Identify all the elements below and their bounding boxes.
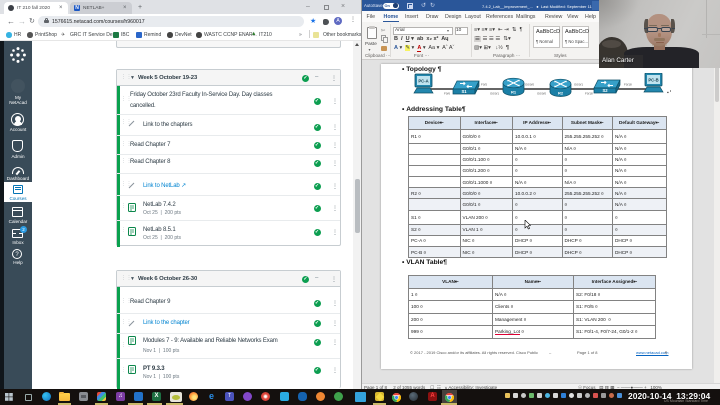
svg-text:G0/0/1: G0/0/1 [574,82,583,86]
svg-text:G0/0/1: G0/0/1 [490,91,499,95]
svg-text:F0/5: F0/5 [481,82,487,86]
svg-text:▪ ¶: ▪ ¶ [667,90,671,96]
svg-text:S2: S2 [602,88,608,93]
svg-text:S1: S1 [461,89,467,94]
svg-text:PC-B: PC-B [648,77,658,82]
svg-text:G0/0/0: G0/0/0 [537,91,546,95]
svg-text:G0/0/0: G0/0/0 [525,82,534,86]
svg-text:F0/18: F0/18 [624,82,632,86]
svg-text:F0/6: F0/6 [444,91,450,95]
svg-text:R2: R2 [558,90,564,95]
svg-text:F0/18: F0/18 [585,91,593,95]
svg-text:PC-A: PC-A [418,78,428,83]
svg-text:R1: R1 [511,89,517,94]
